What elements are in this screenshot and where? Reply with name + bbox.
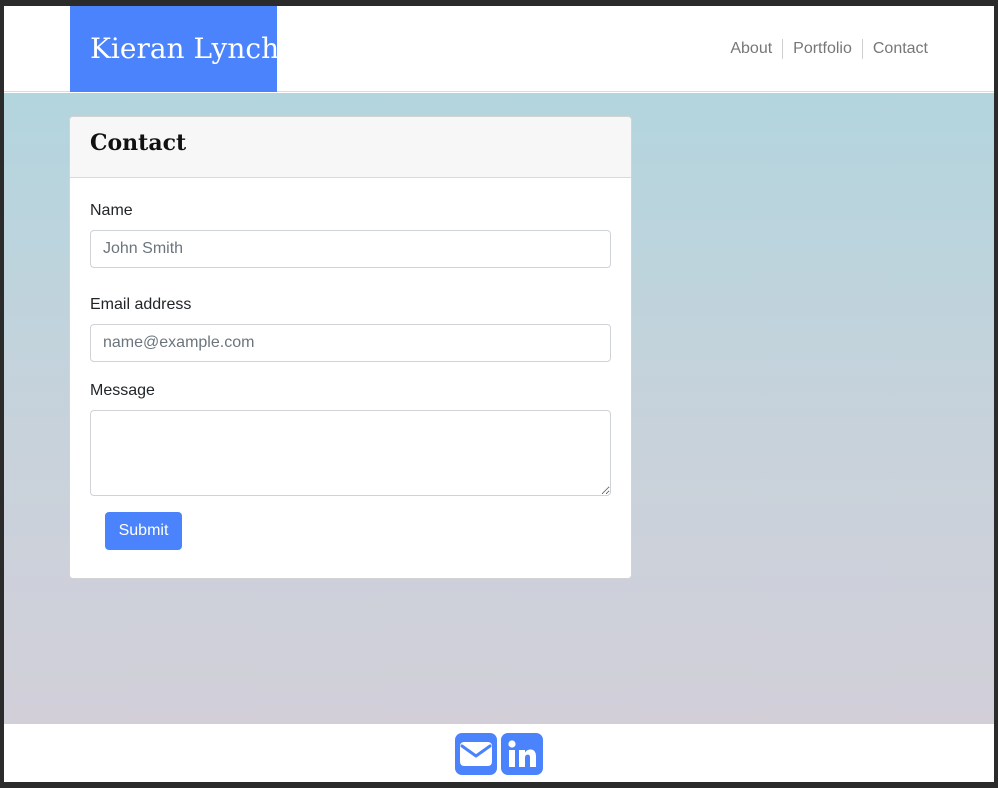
- site-footer: [4, 724, 994, 782]
- nav-link-about[interactable]: About: [720, 39, 782, 59]
- envelope-icon: [460, 742, 492, 766]
- nav-link-contact[interactable]: Contact: [863, 39, 938, 59]
- site-header: Kieran Lynch About Portfolio Contact: [4, 6, 994, 92]
- nav-link-portfolio[interactable]: Portfolio: [783, 39, 862, 59]
- message-textarea[interactable]: [90, 410, 611, 496]
- message-label: Message: [90, 382, 155, 399]
- submit-button[interactable]: Submit: [105, 512, 182, 550]
- name-label: Name: [90, 202, 133, 219]
- email-label: Email address: [90, 296, 192, 313]
- main-nav: About Portfolio Contact: [720, 39, 938, 59]
- linkedin-icon: [508, 740, 536, 767]
- contact-card: Contact Name Email address Message Submi…: [69, 116, 632, 579]
- card-header: Contact: [70, 117, 631, 178]
- email-input[interactable]: [90, 324, 611, 362]
- browser-viewport: Kieran Lynch About Portfolio Contact Con…: [4, 6, 994, 782]
- email-link[interactable]: [455, 733, 497, 775]
- main-content: Contact Name Email address Message Submi…: [4, 93, 994, 724]
- brand-logo[interactable]: Kieran Lynch: [70, 6, 279, 92]
- name-input[interactable]: [90, 230, 611, 268]
- card-title: Contact: [90, 130, 187, 156]
- linkedin-link[interactable]: [501, 733, 543, 775]
